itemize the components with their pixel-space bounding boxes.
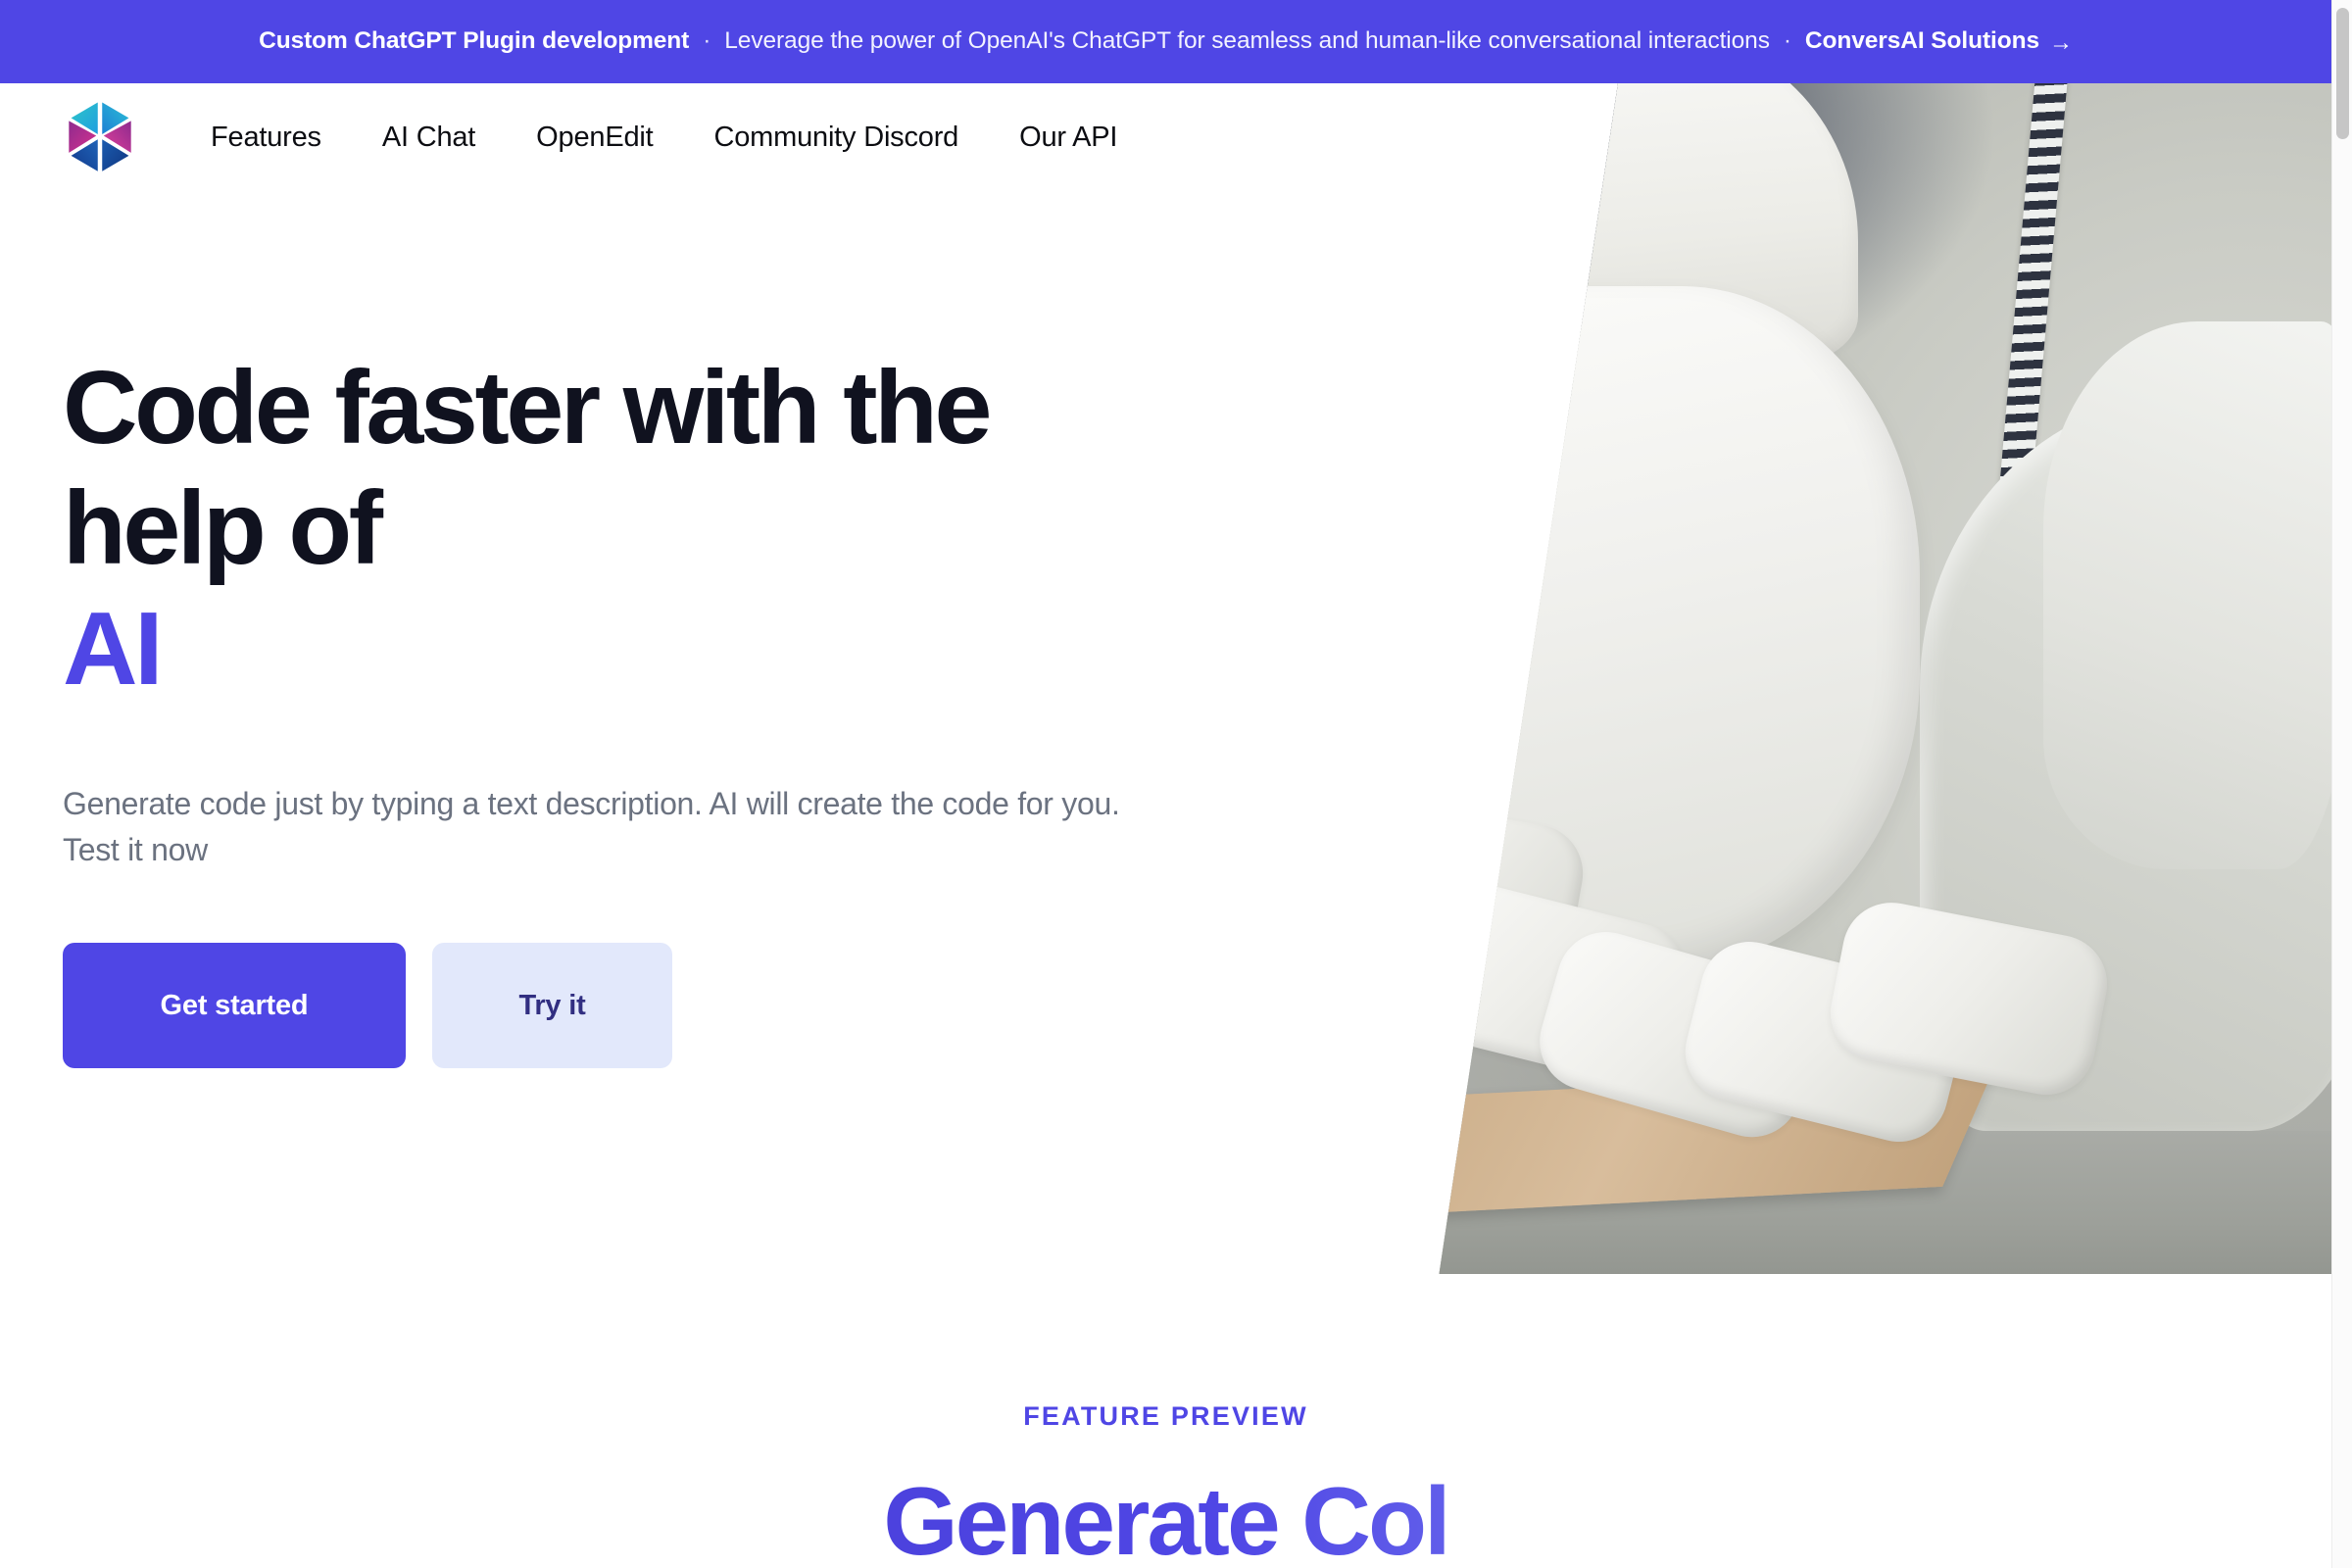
hero-title-line-2: help of — [63, 469, 383, 586]
feature-preview-section: FEATURE PREVIEW Generate Col — [0, 1401, 2331, 1568]
banner-description: Leverage the power of OpenAI's ChatGPT f… — [724, 27, 1770, 55]
hexagon-prism-logo[interactable] — [63, 95, 137, 179]
feature-preview-title: Generate Col — [0, 1468, 2331, 1568]
hero-photo-backdrop — [1439, 83, 2331, 1274]
site-header: Features AI Chat OpenEdit Community Disc… — [0, 83, 2331, 191]
arrow-right-icon: → — [2048, 28, 2073, 56]
banner-headline: Custom ChatGPT Plugin development — [259, 27, 690, 55]
landing-page: Custom ChatGPT Plugin development · Leve… — [0, 0, 2352, 1568]
nav-item-features[interactable]: Features — [211, 122, 352, 154]
get-started-button[interactable]: Get started — [63, 943, 406, 1069]
nav-item-our-api[interactable]: Our API — [989, 122, 1148, 154]
hero-subtitle: Generate code just by typing a text desc… — [63, 785, 1120, 867]
hero-title-highlight: AI — [63, 590, 164, 707]
hero-title-line-1: Code faster with the — [63, 350, 992, 466]
hero-section: Code faster with the help of AI Generate… — [63, 348, 1239, 1069]
banner-separator-1: · — [703, 27, 711, 55]
try-it-button[interactable]: Try it — [432, 943, 672, 1069]
nav-item-community-discord[interactable]: Community Discord — [684, 122, 990, 154]
announcement-banner[interactable]: Custom ChatGPT Plugin development · Leve… — [0, 0, 2331, 83]
photo-robot-palm-shape — [1439, 285, 1921, 977]
banner-cta-label: ConversAI Solutions — [1804, 27, 2039, 55]
photo-panel-secondary-shape — [2043, 321, 2331, 869]
feature-preview-eyebrow: FEATURE PREVIEW — [1023, 1401, 1308, 1431]
nav-item-openedit[interactable]: OpenEdit — [506, 122, 683, 154]
hero-title: Code faster with the help of AI — [63, 348, 1160, 710]
announcement-banner-content: Custom ChatGPT Plugin development · Leve… — [259, 29, 2073, 54]
photo-robot-thumb-band-shape — [1439, 342, 1509, 431]
main-navigation: Features AI Chat OpenEdit Community Disc… — [211, 122, 1148, 154]
hero-action-buttons: Get started Try it — [63, 943, 1239, 1069]
scrollbar-thumb[interactable] — [2336, 8, 2349, 139]
banner-separator-2: · — [1783, 27, 1791, 55]
hero-image — [1439, 83, 2331, 1274]
banner-cta-link[interactable]: ConversAI Solutions → — [1805, 29, 2073, 54]
nav-item-ai-chat[interactable]: AI Chat — [352, 122, 506, 154]
vertical-scrollbar[interactable] — [2331, 0, 2352, 1568]
